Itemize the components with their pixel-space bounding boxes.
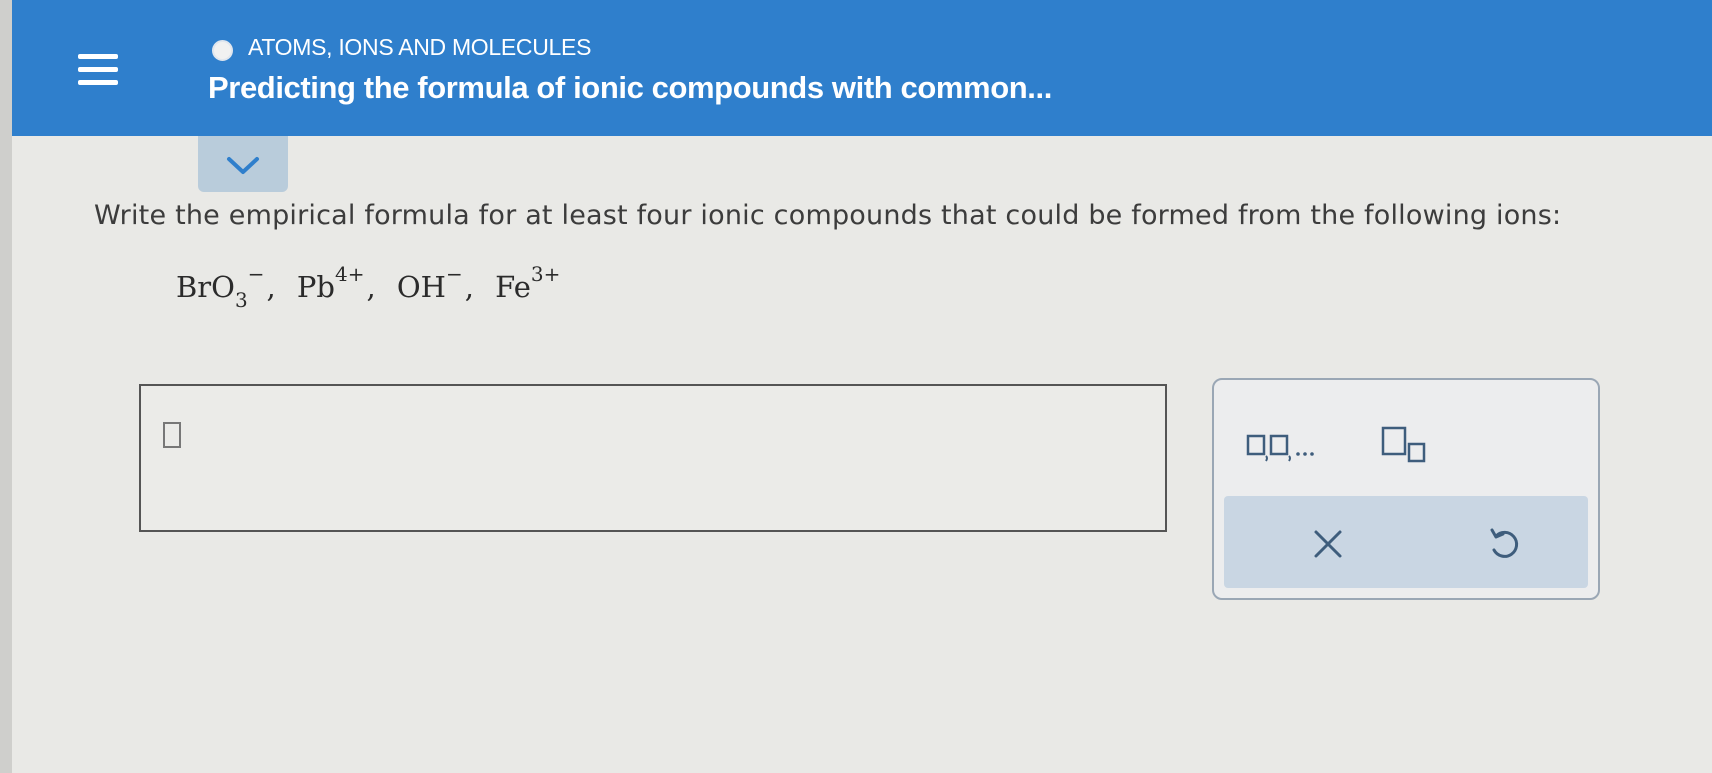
clear-button[interactable]	[1304, 520, 1352, 568]
sequence-icon	[1246, 434, 1314, 462]
ion-lead: Pb4+,	[296, 262, 376, 304]
ion-iron: Fe3+	[495, 262, 561, 304]
header-bar: ATOMS, IONS AND MOLECULES Predicting the…	[12, 0, 1712, 136]
chevron-down-icon	[227, 157, 259, 174]
question-prompt: Write the empirical formula for at least…	[94, 200, 1562, 231]
page-title: Predicting the formula of ionic compound…	[208, 70, 1052, 105]
undo-icon	[1490, 528, 1519, 558]
progress-status-icon	[212, 40, 233, 61]
answer-placeholder-icon[interactable]	[163, 422, 181, 448]
left-edge	[0, 0, 12, 773]
subscript-button[interactable]	[1379, 424, 1449, 464]
answer-input-box[interactable]	[139, 384, 1167, 532]
undo-button[interactable]	[1480, 520, 1528, 568]
ion-list: BrO3−, Pb4+, OH−, Fe3+	[176, 262, 574, 330]
action-bar	[1224, 496, 1588, 588]
ion-bromate: BrO3−,	[176, 262, 276, 312]
expand-details-button[interactable]	[198, 136, 288, 192]
menu-icon[interactable]	[72, 54, 124, 94]
formula-toolbox	[1212, 378, 1600, 600]
ion-hydroxide: OH−,	[396, 262, 474, 304]
clear-icon	[1314, 530, 1342, 558]
subscript-icon	[1381, 426, 1426, 463]
topic-label: ATOMS, IONS AND MOLECULES	[248, 34, 592, 60]
sequence-button[interactable]	[1246, 426, 1334, 462]
